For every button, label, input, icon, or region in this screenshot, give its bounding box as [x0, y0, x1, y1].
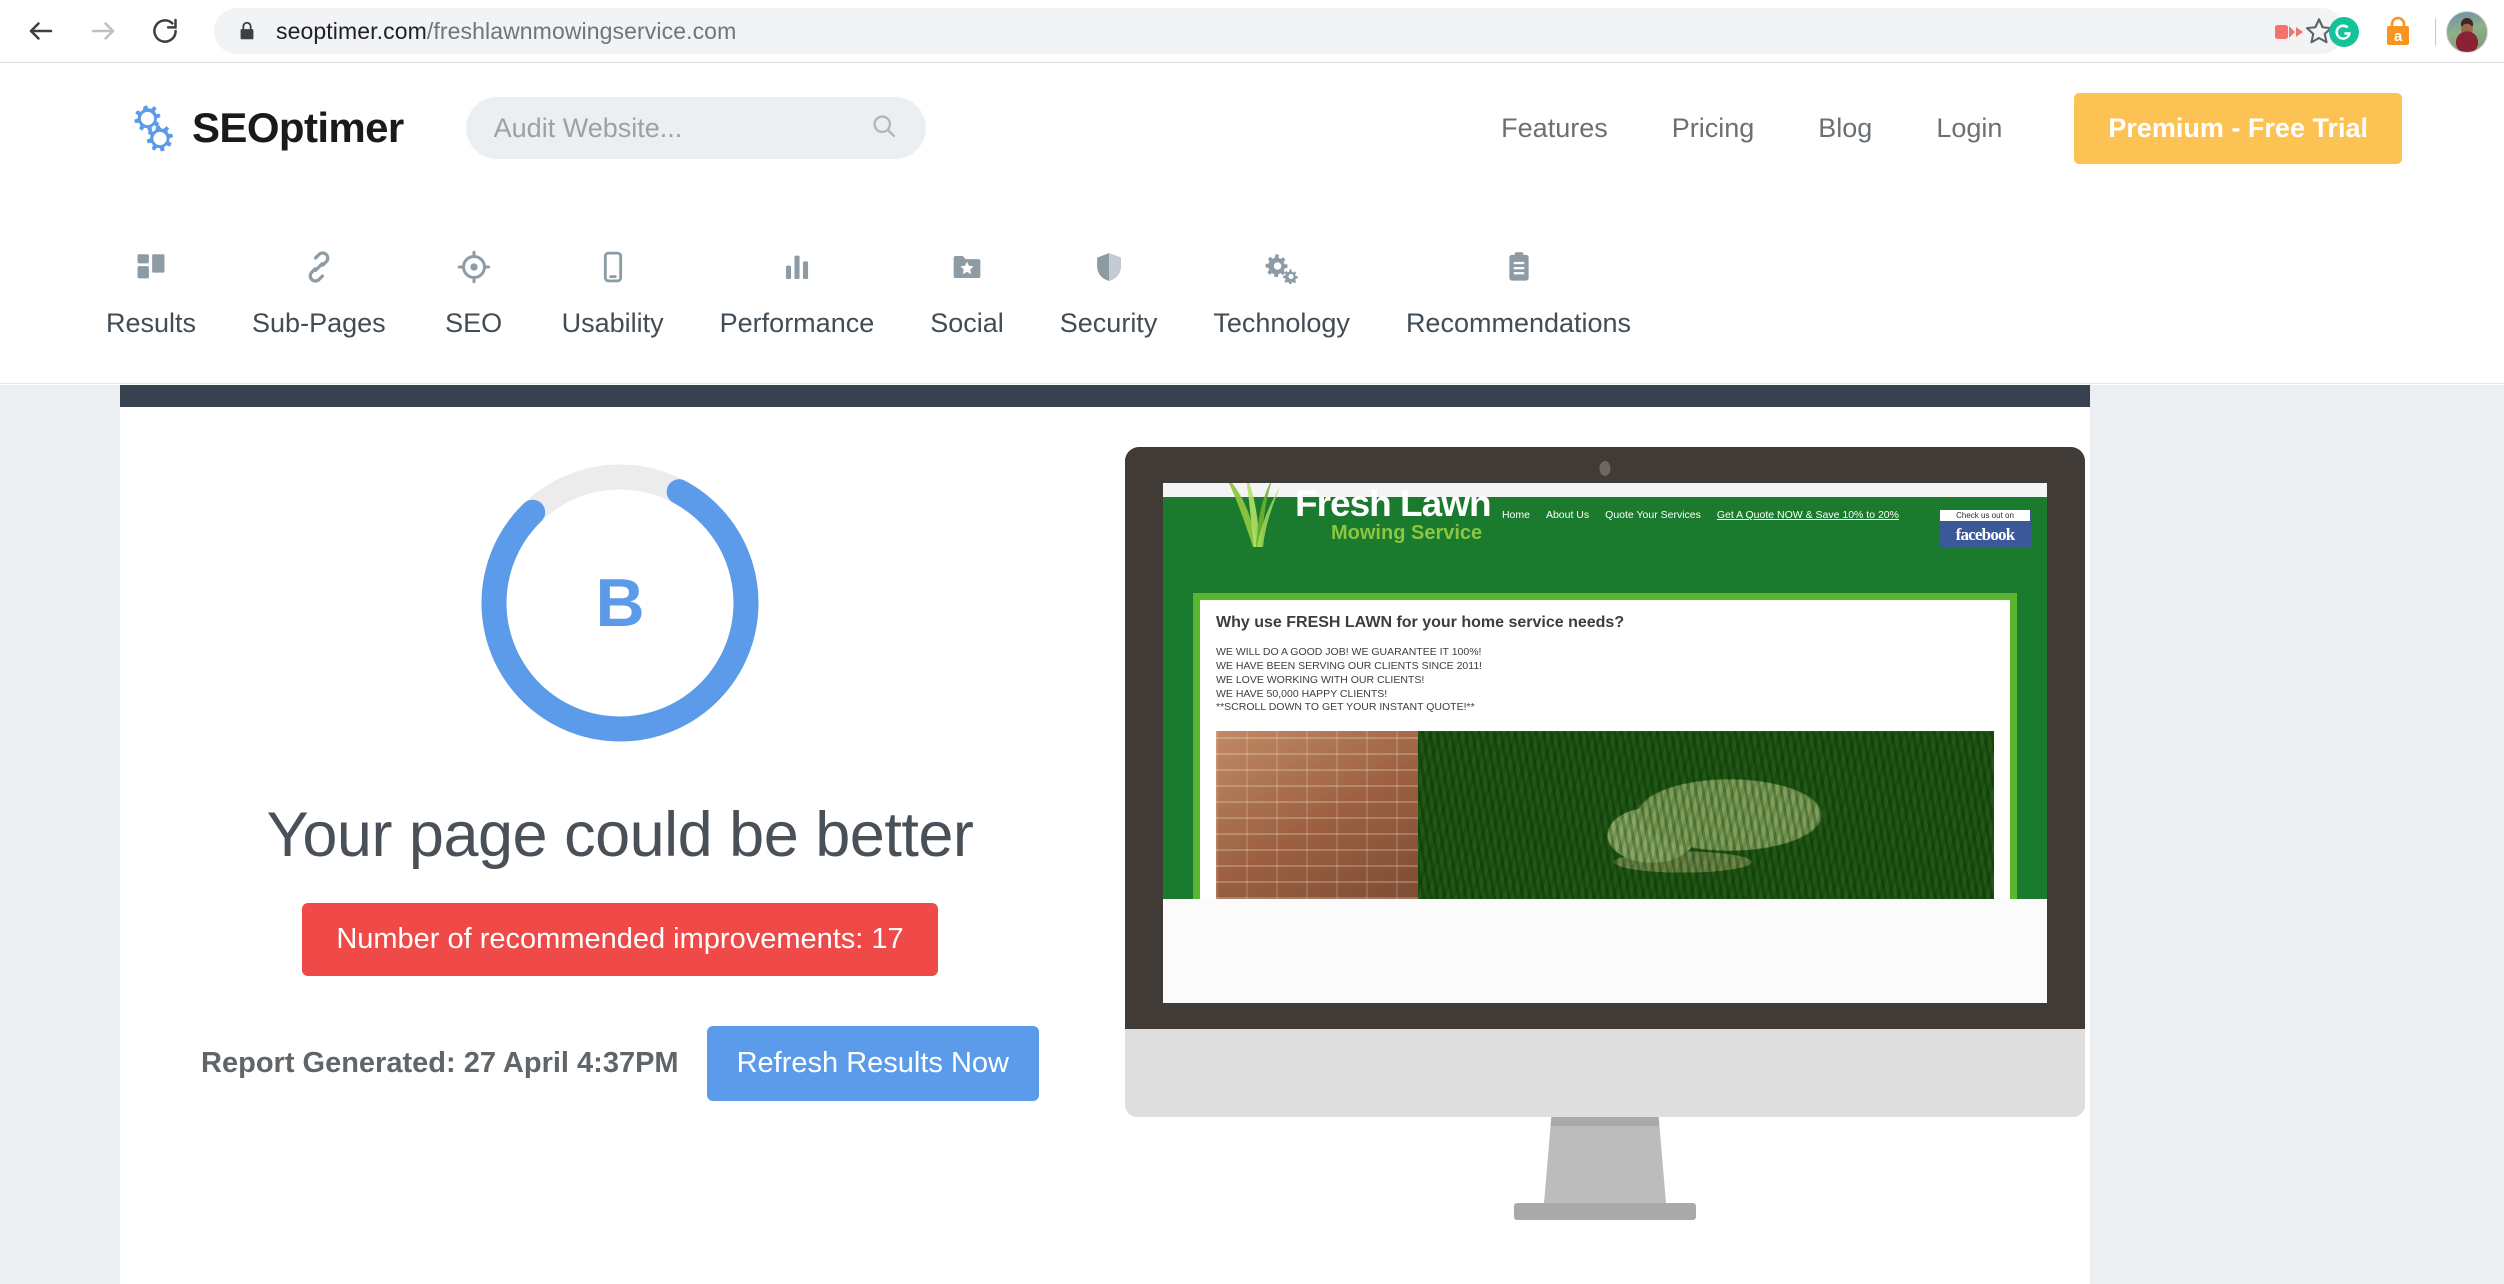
video-recorder-extension-icon[interactable] — [2263, 5, 2317, 59]
nav-item-login[interactable]: Login — [1904, 113, 2034, 144]
nav-item-blog[interactable]: Blog — [1786, 113, 1904, 144]
preview-body-line: WE LOVE WORKING WITH OUR CLIENTS! — [1216, 673, 1425, 686]
monitor-screen: Home About Us Quote Your Services Get A … — [1163, 483, 2047, 1003]
site-header: SEOptimer Features Pricing Blog Login Pr… — [0, 64, 2504, 192]
tab-seo[interactable]: SEO — [414, 208, 534, 339]
preview-site-header: Home About Us Quote Your Services Get A … — [1163, 483, 2047, 583]
mobile-phone-icon — [596, 246, 630, 288]
string-trimmer-in-grass-photo — [1216, 731, 1994, 900]
dashboard-grid-icon — [134, 246, 168, 288]
nav-item-pricing[interactable]: Pricing — [1640, 113, 1787, 144]
monitor-stand-neck — [1544, 1117, 1666, 1203]
svg-text:a: a — [2394, 28, 2403, 45]
tab-label: Results — [106, 308, 197, 338]
preview-content-panel: Why use FRESH LAWN for your home service… — [1193, 593, 2017, 900]
report-generated-label: Report Generated: 27 April 4:37PM — [201, 1047, 679, 1079]
back-button[interactable] — [10, 0, 72, 62]
preview-brand: Fresh Lawn Mowing Service — [1179, 483, 2031, 548]
target-crosshair-icon — [457, 246, 491, 288]
shield-icon — [1092, 246, 1126, 288]
browser-toolbar: seoptimer.com/freshlawnmowingservice.com — [0, 0, 2504, 63]
score-summary: B Your page could be better Number of re… — [120, 441, 1120, 1220]
improvements-badge: Number of recommended improvements: 17 — [302, 903, 938, 976]
address-bar[interactable]: seoptimer.com/freshlawnmowingservice.com — [214, 8, 2344, 54]
site-preview: Home About Us Quote Your Services Get A … — [1120, 441, 2090, 1220]
preview-heading: Why use FRESH LAWN for your home service… — [1216, 614, 1625, 631]
grass-blades-icon — [1223, 483, 1281, 548]
audit-search-box[interactable] — [465, 97, 926, 159]
premium-free-trial-button[interactable]: Premium - Free Trial — [2074, 92, 2402, 164]
bar-chart-icon — [780, 246, 814, 288]
primary-nav: Features Pricing Blog Login Premium - Fr… — [1469, 92, 2402, 164]
monitor-stand-base — [1514, 1203, 1696, 1220]
monitor-chin — [1125, 1029, 2085, 1117]
preview-site-body: Why use FRESH LAWN for your home service… — [1163, 583, 2047, 900]
chain-link-icon — [302, 246, 336, 288]
report-generated-row: Report Generated: 27 April 4:37PM Refres… — [201, 1026, 1039, 1101]
report-card: B Your page could be better Number of re… — [120, 385, 2090, 1284]
tab-recommendations[interactable]: Recommendations — [1378, 208, 1659, 339]
forward-button[interactable] — [72, 0, 134, 62]
card-top-strip — [120, 385, 2090, 407]
tab-label: Sub-Pages — [252, 308, 386, 338]
tab-label: Usability — [561, 308, 664, 338]
preview-body-line: WE HAVE BEEN SERVING OUR CLIENTS SINCE 2… — [1216, 659, 1483, 672]
preview-brand-title: Fresh Lawn — [1295, 483, 1492, 524]
preview-brand-subtitle: Mowing Service — [1331, 522, 1483, 545]
search-icon[interactable] — [870, 112, 898, 145]
grammarly-extension-icon[interactable] — [2317, 5, 2371, 59]
tab-label: Recommendations — [1405, 308, 1632, 338]
page-background: B Your page could be better Number of re… — [0, 385, 2504, 1284]
preview-body-line: WE WILL DO A GOOD JOB! WE GUARANTEE IT 1… — [1216, 646, 1482, 658]
tab-technology[interactable]: Technology — [1185, 208, 1378, 339]
toolbar-divider — [2435, 17, 2436, 46]
webcam-dot-icon — [1599, 461, 1611, 476]
tab-social[interactable]: Social — [902, 208, 1032, 339]
folder-star-icon — [950, 246, 984, 288]
tab-label: Social — [930, 308, 1004, 338]
tab-usability[interactable]: Usability — [534, 208, 692, 339]
site-logo[interactable]: SEOptimer — [122, 98, 404, 159]
tab-label: SEO — [445, 308, 503, 338]
grade-letter: B — [595, 565, 645, 641]
tab-label: Performance — [719, 308, 875, 338]
lock-icon — [236, 20, 258, 42]
grade-ring: B — [470, 453, 770, 753]
nav-item-features[interactable]: Features — [1469, 113, 1640, 144]
tab-security[interactable]: Security — [1032, 208, 1186, 339]
monitor-bezel: Home About Us Quote Your Services Get A … — [1125, 447, 2085, 1029]
tab-results[interactable]: Results — [78, 208, 224, 339]
preview-body-line: **SCROLL DOWN TO GET YOUR INSTANT QUOTE!… — [1216, 701, 1475, 714]
site-logo-text: SEOptimer — [192, 104, 404, 151]
tab-label: Technology — [1213, 308, 1350, 338]
address-bar-url: seoptimer.com/freshlawnmowingservice.com — [276, 17, 737, 44]
search-input[interactable] — [493, 112, 870, 144]
extension-icons: a — [2263, 0, 2498, 63]
seoptimer-gears-logo-icon — [122, 98, 178, 159]
tab-performance[interactable]: Performance — [692, 208, 903, 339]
tab-label: Security — [1059, 308, 1158, 338]
gears-icon — [1264, 246, 1300, 288]
shopping-assistant-extension-icon[interactable]: a — [2371, 5, 2425, 59]
avatar[interactable] — [2446, 10, 2488, 53]
reload-button[interactable] — [134, 0, 196, 62]
refresh-results-button[interactable]: Refresh Results Now — [706, 1026, 1039, 1101]
score-headline: Your page could be better — [266, 800, 974, 870]
previewed-website: Home About Us Quote Your Services Get A … — [1163, 483, 2047, 1003]
clipboard-icon — [1502, 246, 1536, 288]
report-section-tabs: Results Sub-Pages SEO Usability Performa… — [0, 208, 2504, 384]
desktop-monitor-mockup: Home About Us Quote Your Services Get A … — [1125, 447, 2085, 1220]
tab-sub-pages[interactable]: Sub-Pages — [224, 208, 414, 339]
preview-body-line: WE HAVE 50,000 HAPPY CLIENTS! — [1216, 687, 1388, 700]
